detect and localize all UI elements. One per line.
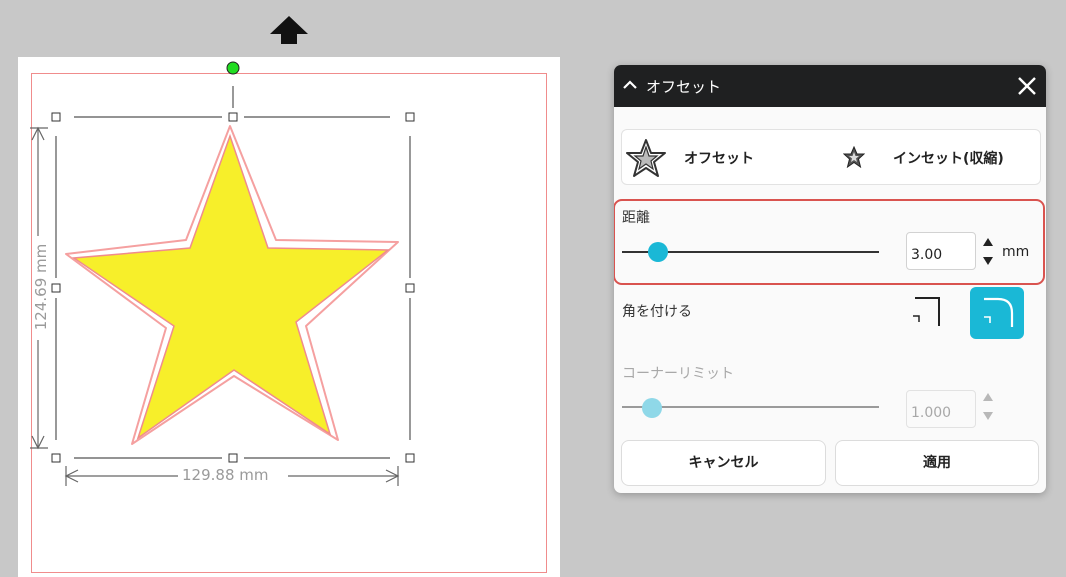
distance-slider-thumb[interactable]: [648, 242, 668, 262]
rounded-corner-button[interactable]: [970, 287, 1024, 339]
increment-arrow-icon[interactable]: [982, 392, 994, 402]
width-label: 129.88 mm: [180, 466, 271, 484]
sharp-corner-icon[interactable]: [907, 294, 943, 330]
offset-mode-label: オフセット: [684, 151, 754, 167]
corner-limit-input[interactable]: [906, 390, 976, 428]
offset-mode-button[interactable]: オフセット: [622, 130, 831, 184]
offset-star-icon: [626, 139, 666, 177]
inset-mode-button[interactable]: インセット(収縮): [831, 130, 1040, 184]
rounded-corner-icon: [984, 297, 1014, 327]
offset-panel: オフセット オフセット インセット(収縮) 距離 mm: [614, 65, 1046, 493]
decrement-arrow-icon[interactable]: [982, 411, 994, 421]
close-icon[interactable]: [1012, 71, 1042, 101]
panel-header: オフセット: [614, 65, 1046, 107]
corner-limit-label: コーナーリミット: [622, 366, 734, 382]
offset-mode-selector: オフセット インセット(収縮): [621, 129, 1041, 185]
corner-label: 角を付ける: [622, 304, 692, 320]
distance-highlight: [614, 199, 1045, 285]
increment-arrow-icon[interactable]: [982, 237, 994, 247]
mat-direction-arrow-icon: [270, 16, 308, 44]
inset-mode-label: インセット(収縮): [893, 151, 1004, 167]
height-label: 124.69 mm: [32, 240, 50, 334]
distance-label: 距離: [622, 210, 650, 226]
corner-limit-slider-thumb[interactable]: [642, 398, 662, 418]
inset-star-icon: [843, 146, 865, 168]
distance-input[interactable]: [906, 232, 976, 270]
chevron-up-icon[interactable]: [622, 77, 638, 93]
rotate-handle[interactable]: [226, 61, 240, 75]
cancel-button[interactable]: キャンセル: [621, 440, 826, 486]
distance-unit: mm: [1002, 244, 1030, 260]
panel-title: オフセット: [646, 78, 722, 96]
decrement-arrow-icon[interactable]: [982, 256, 994, 266]
apply-button[interactable]: 適用: [835, 440, 1039, 486]
